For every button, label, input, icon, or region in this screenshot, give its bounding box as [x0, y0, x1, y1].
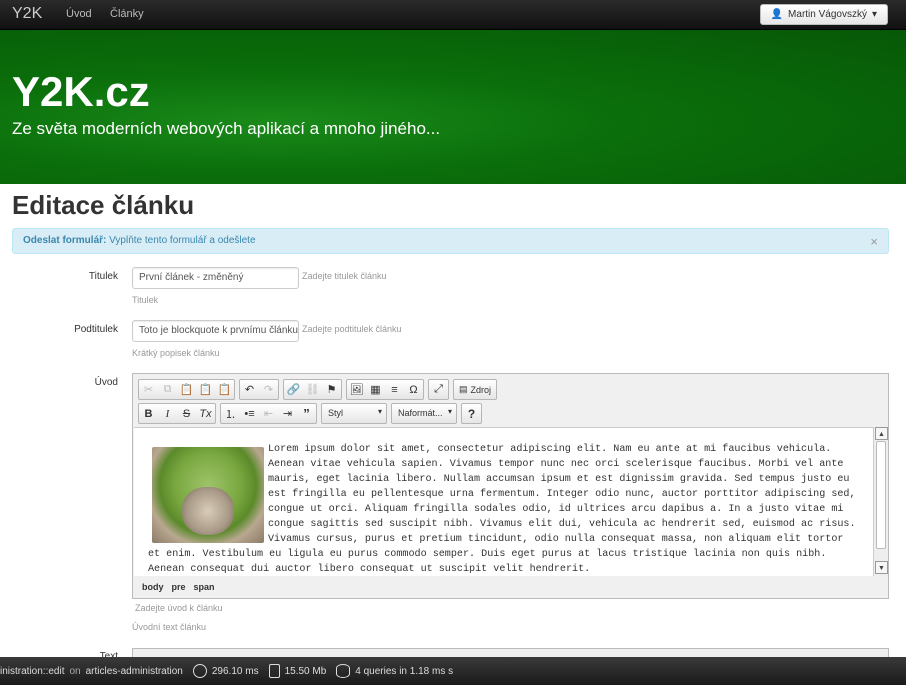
editor-toolbar-row-2: B I S Tx ⒈ •≡ ⇤ ⇥ ” Styl Naformát... ?	[138, 403, 482, 424]
title-inline-hint: Zadejte titulek článku	[302, 271, 387, 281]
editor-text: Lorem ipsum dolor sit amet, consectetur …	[148, 444, 856, 575]
brand-link[interactable]: Y2K	[12, 5, 42, 23]
scroll-thumb[interactable]	[876, 441, 886, 549]
debug-bar: inistration::edit on articles-administra…	[0, 657, 906, 685]
title-help: Titulek	[132, 295, 159, 305]
outdent-icon[interactable]: ⇤	[259, 404, 278, 423]
nav-link-articles[interactable]: Články	[110, 8, 144, 20]
source-button[interactable]: ▤ Zdroj	[453, 379, 498, 400]
help-button[interactable]: ?	[461, 403, 482, 424]
subtitle-input[interactable]: Toto je blockquote k prvnímu článku	[132, 320, 299, 342]
format-dropdown[interactable]: Naformát...	[391, 403, 457, 424]
horizontal-rule-icon[interactable]: ≡	[385, 380, 404, 399]
subtitle-label: Podtitulek	[74, 324, 118, 335]
scroll-up-icon[interactable]: ▲	[875, 427, 888, 440]
anchor-flag-icon[interactable]: ⚑	[322, 380, 341, 399]
table-icon[interactable]: ▦	[366, 380, 385, 399]
undo-icon[interactable]: ↶	[240, 380, 259, 399]
debug-memory[interactable]: 15.50 Mb	[268, 664, 326, 678]
blockquote-icon[interactable]: ”	[297, 404, 316, 423]
link-icon[interactable]: 🔗	[284, 380, 303, 399]
user-name: Martin Vágovszký	[788, 9, 867, 20]
editor-scrollbar[interactable]: ▲ ▼	[873, 427, 888, 576]
info-alert: Odeslat formulář: Vyplňte tento formulář…	[12, 228, 889, 254]
copy-icon[interactable]: ⧉	[158, 380, 177, 399]
hero-title: Y2K.cz	[12, 68, 150, 115]
subtitle-help: Krátký popisek článku	[132, 348, 220, 358]
subtitle-inline-hint: Zadejte podtitulek článku	[302, 324, 402, 334]
source-label: Zdroj	[470, 384, 492, 395]
title-label: Titulek	[88, 271, 118, 282]
paste-word-icon[interactable]: 📋	[215, 380, 234, 399]
unlink-icon[interactable]: ⛓	[303, 380, 322, 399]
redo-icon[interactable]: ↷	[259, 380, 278, 399]
memory-icon	[268, 664, 280, 678]
path-body[interactable]: body	[142, 582, 164, 594]
debug-route[interactable]: inistration::edit on articles-administra…	[0, 666, 183, 677]
maximize-icon[interactable]: ⤢	[429, 380, 448, 399]
scroll-down-icon[interactable]: ▼	[875, 561, 888, 574]
top-navbar: Y2K Úvod Články 👤 Martin Vágovszký ▾	[0, 0, 906, 30]
intro-inline-hint: Zadejte úvod k článku	[135, 603, 223, 613]
rich-text-editor: ✂ ⧉ 📋 📋 📋 ↶ ↷ 🔗 ⛓ ⚑ 🖼 ▦ ≡ Ω ⤢ ▤ Zdroj B …	[132, 373, 889, 599]
path-pre[interactable]: pre	[172, 582, 186, 594]
style-dropdown[interactable]: Styl	[321, 403, 387, 424]
alert-text: Vyplňte tento formulář a odešlete	[106, 235, 256, 246]
database-icon	[336, 664, 351, 678]
user-icon: 👤	[770, 9, 784, 20]
page-title: Editace článku	[12, 190, 195, 220]
bulleted-list-icon[interactable]: •≡	[240, 404, 259, 423]
paste-icon[interactable]: 📋	[177, 380, 196, 399]
italic-icon[interactable]: I	[158, 404, 177, 423]
paste-text-icon[interactable]: 📋	[196, 380, 215, 399]
intro-help: Úvodní text článku	[132, 622, 207, 632]
editor-content-area[interactable]: Lorem ipsum dolor sit amet, consectetur …	[134, 427, 873, 576]
special-char-icon[interactable]: Ω	[404, 380, 423, 399]
title-input[interactable]: První článek - změněný	[132, 267, 299, 289]
numbered-list-icon[interactable]: ⒈	[221, 404, 240, 423]
user-menu-button[interactable]: 👤 Martin Vágovszký ▾	[759, 4, 888, 25]
intro-label: Úvod	[94, 377, 118, 388]
hero-banner: Y2K.cz Ze světa moderních webových aplik…	[0, 30, 906, 184]
indent-icon[interactable]: ⇥	[278, 404, 297, 423]
editor-toolbar-row-1: ✂ ⧉ 📋 📋 📋 ↶ ↷ 🔗 ⛓ ⚑ 🖼 ▦ ≡ Ω ⤢ ▤ Zdroj	[138, 379, 498, 400]
hero-subtitle: Ze světa moderních webových aplikací a m…	[12, 119, 441, 138]
debug-queries[interactable]: 4 queries in 1.18 ms s	[336, 664, 453, 678]
close-icon[interactable]: ×	[870, 234, 878, 249]
image-icon[interactable]: 🖼	[347, 380, 366, 399]
source-icon: ▤	[459, 384, 468, 394]
alert-strong: Odeslat formulář:	[23, 235, 107, 246]
remove-format-icon[interactable]: Tx	[196, 404, 215, 423]
caret-down-icon: ▾	[871, 9, 877, 20]
strike-icon[interactable]: S	[177, 404, 196, 423]
cut-icon[interactable]: ✂	[139, 380, 158, 399]
debug-time[interactable]: 296.10 ms	[192, 664, 259, 678]
nav-link-home[interactable]: Úvod	[66, 8, 92, 20]
editor-elements-path: body pre span	[134, 579, 887, 597]
bold-icon[interactable]: B	[139, 404, 158, 423]
stopwatch-icon	[192, 664, 207, 678]
path-span[interactable]: span	[194, 582, 215, 594]
